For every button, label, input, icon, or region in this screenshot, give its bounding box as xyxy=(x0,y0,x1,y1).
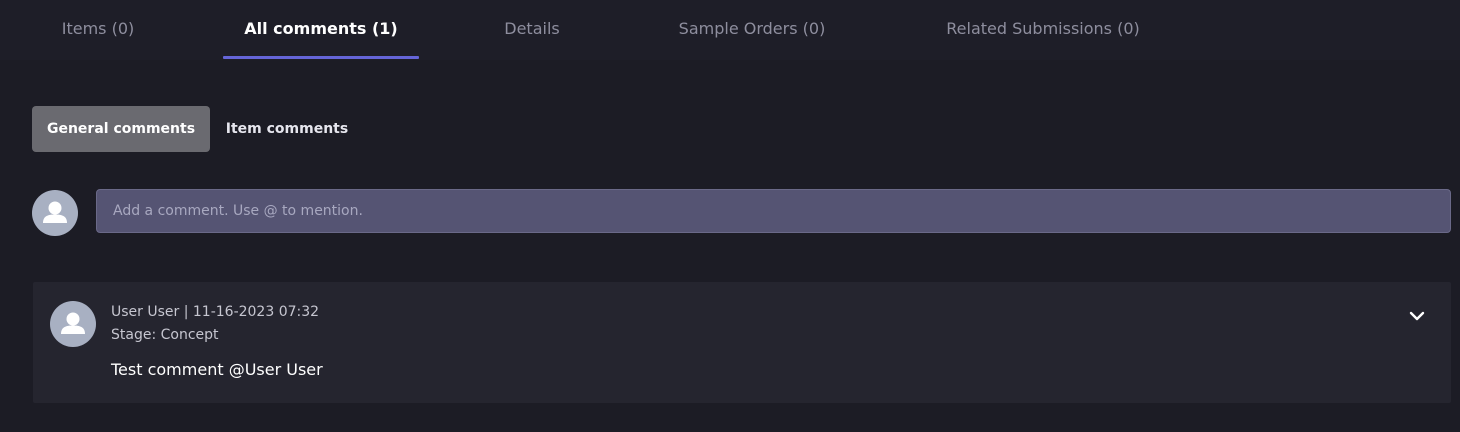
chevron-down-icon[interactable] xyxy=(1405,304,1429,328)
comment-card: User User | 11-16-2023 07:32 Stage: Conc… xyxy=(33,282,1451,403)
comment-input[interactable] xyxy=(96,189,1451,233)
tab-sample-orders[interactable]: Sample Orders (0) xyxy=(650,0,854,58)
subtab-item-comments[interactable]: Item comments xyxy=(222,106,352,152)
active-tab-indicator xyxy=(223,56,419,59)
comment-stage: Stage: Concept xyxy=(111,327,219,343)
tab-items[interactable]: Items (0) xyxy=(38,0,158,58)
user-avatar-icon xyxy=(32,190,78,236)
page: Items (0) All comments (1) Details Sampl… xyxy=(0,0,1460,432)
comment-text: Test comment @User User xyxy=(111,360,323,379)
tab-related-submissions[interactable]: Related Submissions (0) xyxy=(912,0,1174,58)
tab-bar: Items (0) All comments (1) Details Sampl… xyxy=(0,0,1460,60)
user-avatar-icon xyxy=(50,301,96,347)
tab-all-comments[interactable]: All comments (1) xyxy=(223,0,419,58)
tab-details[interactable]: Details xyxy=(480,0,584,58)
subtab-general-comments[interactable]: General comments xyxy=(32,106,210,152)
comment-author-date: User User | 11-16-2023 07:32 xyxy=(111,304,320,320)
